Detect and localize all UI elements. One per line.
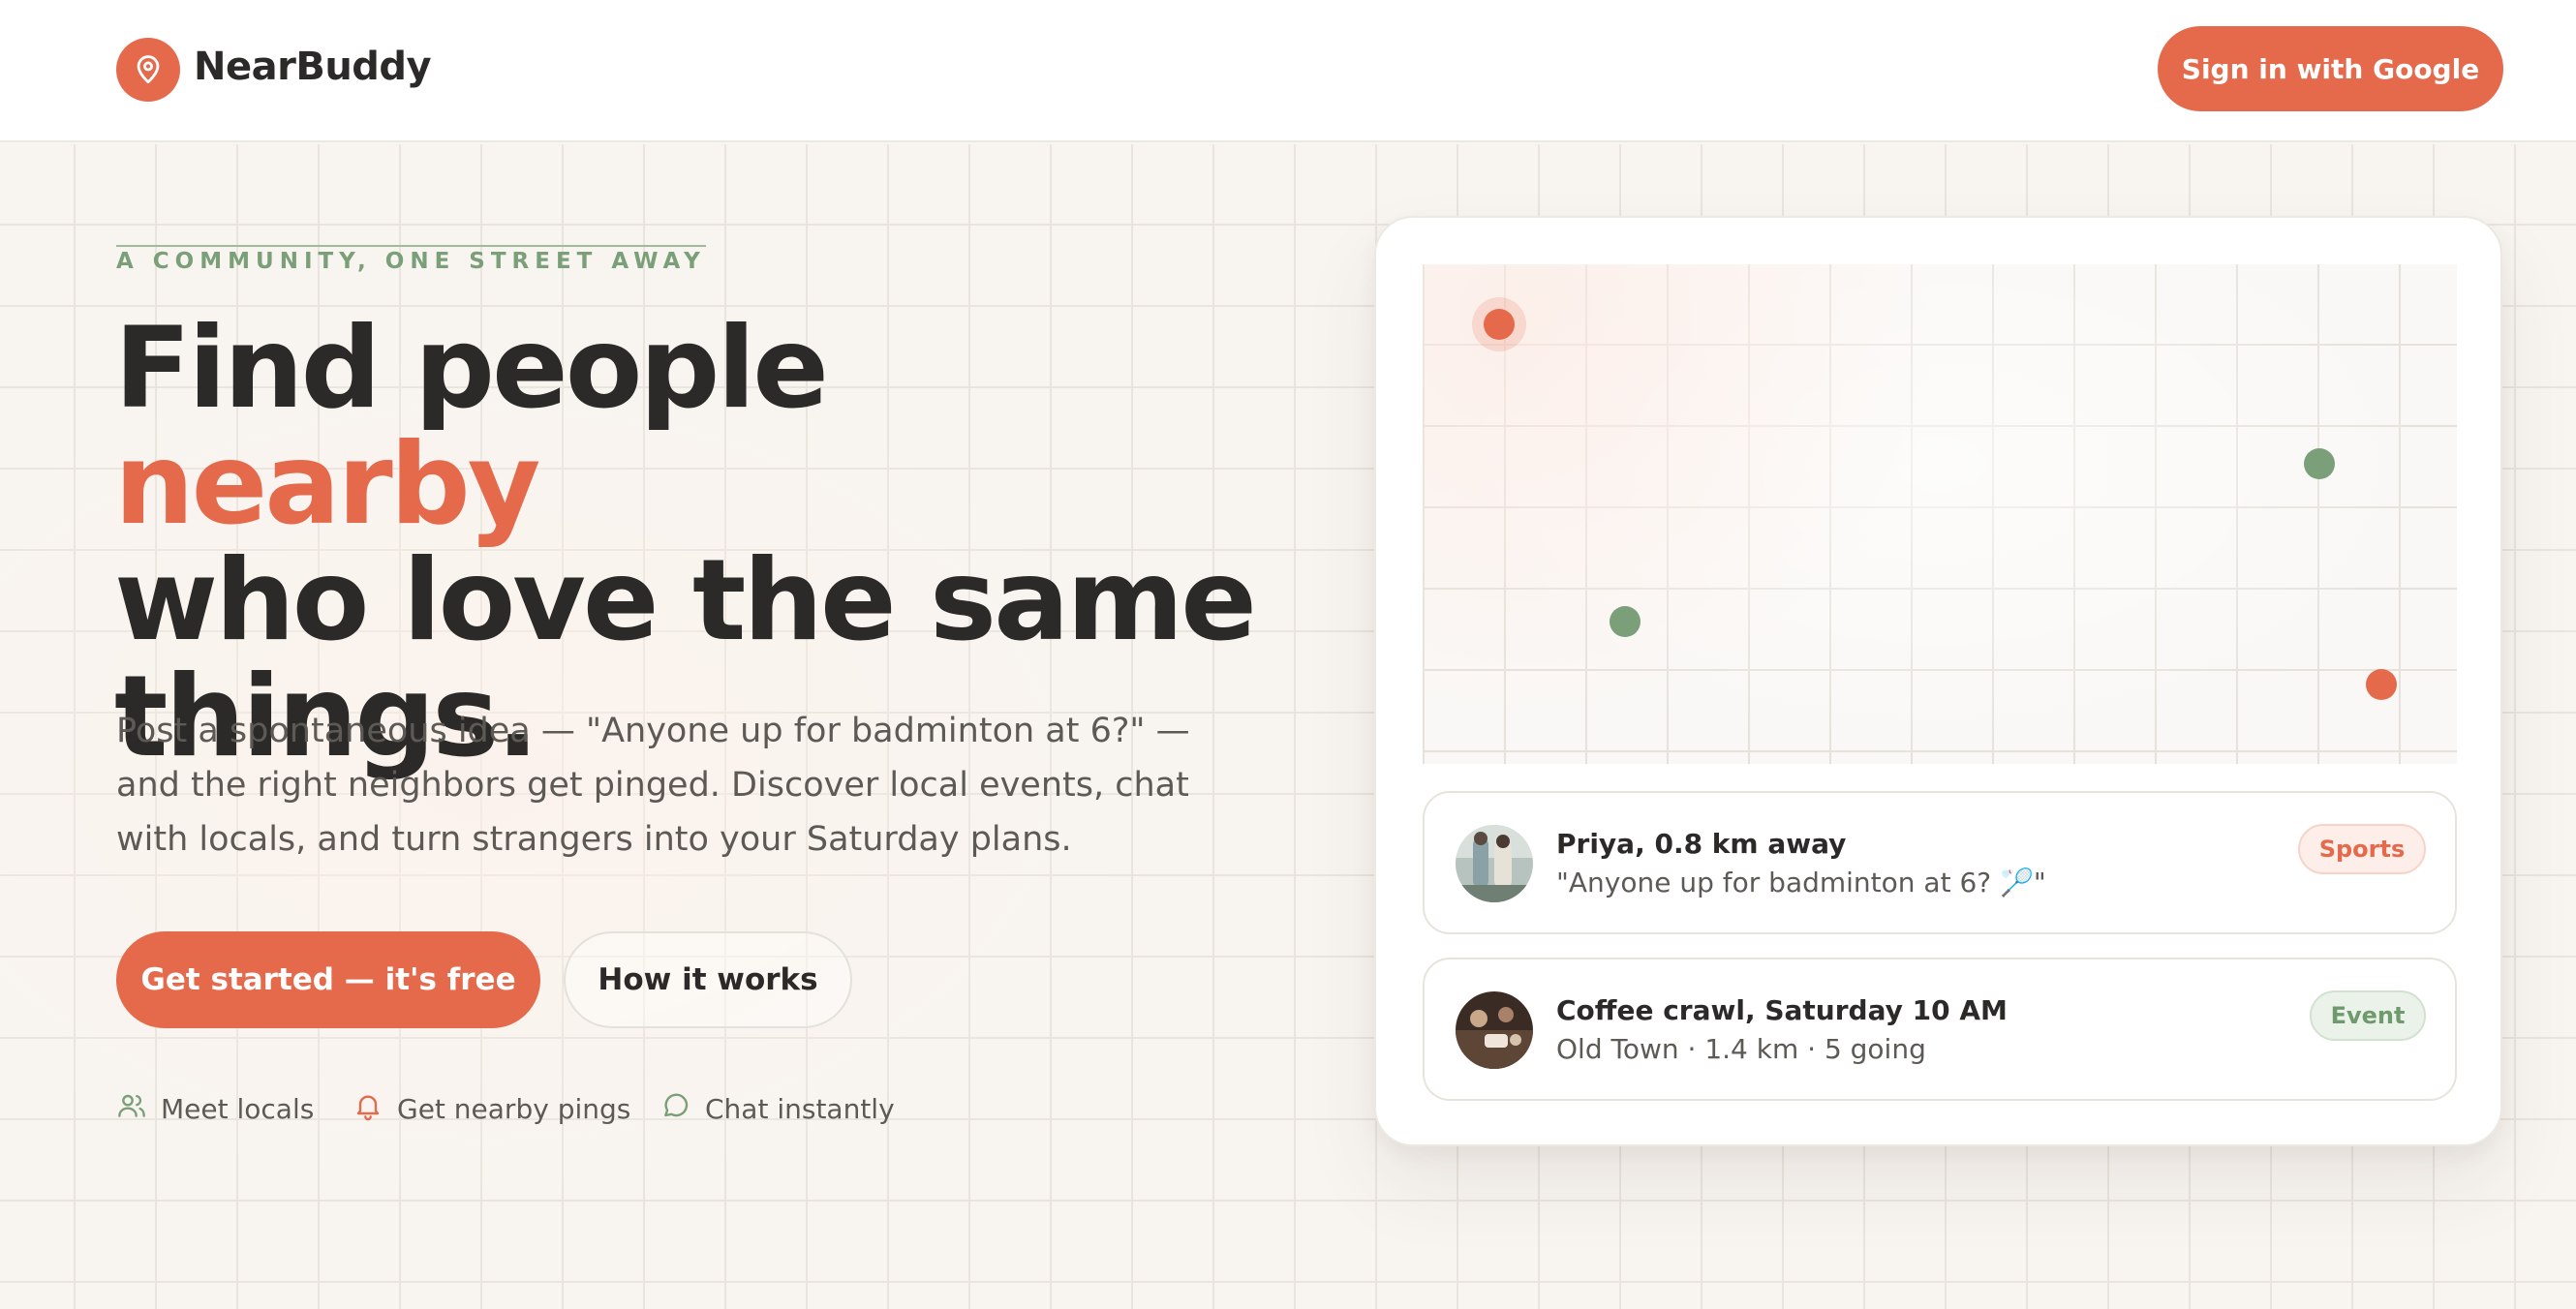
bell-icon bbox=[353, 1090, 383, 1128]
map-pin-user[interactable] bbox=[1484, 309, 1515, 340]
map-pin-neighbor[interactable] bbox=[2304, 448, 2335, 479]
hero-description: Post a spontaneous idea — "Anyone up for… bbox=[116, 712, 1190, 859]
tag-badge: Event bbox=[2310, 990, 2426, 1041]
preview-card: Priya, 0.8 km away "Anyone up for badmin… bbox=[1374, 216, 2502, 1146]
users-icon bbox=[116, 1090, 147, 1128]
neighborhood-map bbox=[1423, 264, 2457, 764]
chat-icon bbox=[660, 1090, 691, 1128]
how-it-works-button[interactable]: How it works bbox=[564, 931, 852, 1028]
feature-label: Meet locals bbox=[161, 1092, 315, 1125]
map-pin-neighbor[interactable] bbox=[1610, 606, 1641, 637]
item-title: Priya, 0.8 km away bbox=[1556, 828, 1847, 860]
hero-section: A COMMUNITY, ONE STREET AWAY Find people… bbox=[0, 144, 2576, 1309]
item-subtitle: Old Town · 1.4 km · 5 going bbox=[1556, 1033, 1926, 1065]
feature-chat-instantly: Chat instantly bbox=[660, 1091, 895, 1126]
activity-item-coffee[interactable]: Coffee crawl, Saturday 10 AM Old Town · … bbox=[1423, 958, 2457, 1101]
item-subtitle: "Anyone up for badminton at 6? 🏸" bbox=[1556, 867, 2046, 898]
feature-label: Chat instantly bbox=[705, 1092, 895, 1125]
feature-meet-locals: Meet locals bbox=[116, 1091, 314, 1126]
item-title: Coffee crawl, Saturday 10 AM bbox=[1556, 994, 2008, 1026]
feature-label: Get nearby pings bbox=[397, 1092, 631, 1125]
map-fade bbox=[1423, 264, 2457, 764]
get-started-button[interactable]: Get started — it's free bbox=[116, 931, 540, 1028]
headline-accent: nearby bbox=[114, 419, 540, 550]
activity-item-priya[interactable]: Priya, 0.8 km away "Anyone up for badmin… bbox=[1423, 791, 2457, 934]
tag-badge: Sports bbox=[2298, 824, 2426, 874]
map-pin-event[interactable] bbox=[2366, 669, 2397, 700]
location-pin-icon[interactable] bbox=[116, 38, 180, 102]
hero-eyebrow: A COMMUNITY, ONE STREET AWAY bbox=[116, 245, 706, 274]
feature-nearby-pings: Get nearby pings bbox=[353, 1091, 630, 1126]
avatar bbox=[1456, 825, 1533, 902]
brand-name[interactable]: NearBuddy bbox=[194, 45, 432, 89]
sign-in-google-button[interactable]: Sign in with Google bbox=[2158, 26, 2503, 111]
top-navbar: NearBuddy Sign in with Google bbox=[0, 0, 2576, 142]
headline-part1: Find people bbox=[114, 303, 829, 434]
avatar bbox=[1456, 991, 1533, 1069]
